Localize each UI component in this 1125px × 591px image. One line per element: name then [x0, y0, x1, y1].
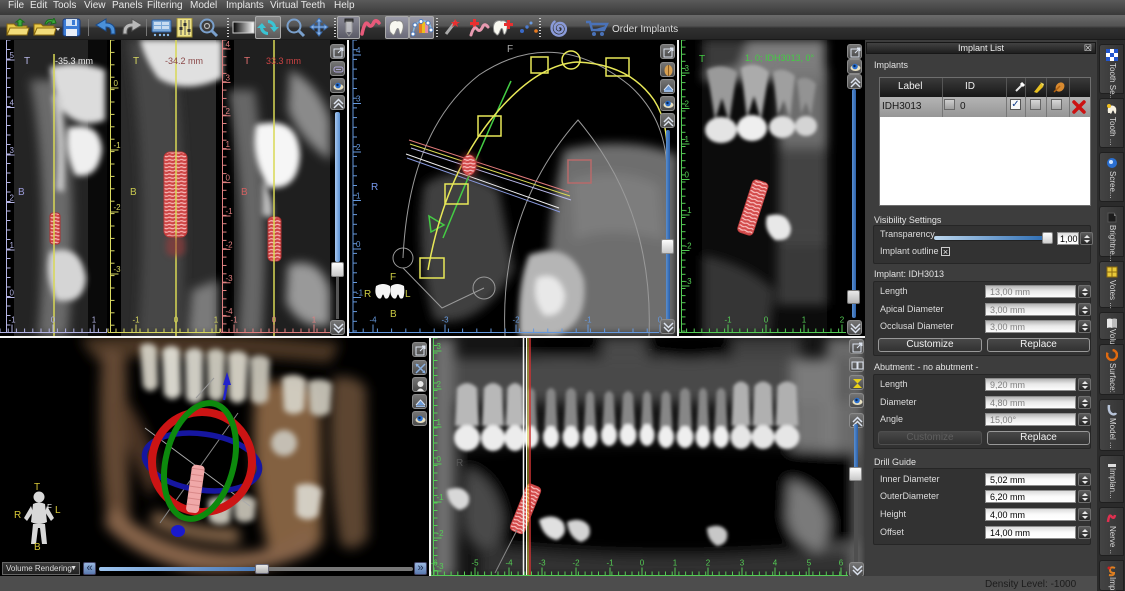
svg-text:1: 1: [673, 559, 678, 568]
svg-text:1, 0; IDH3013, 0°: 1, 0; IDH3013, 0°: [745, 53, 815, 63]
svg-text:-1: -1: [724, 316, 732, 325]
svg-text:1: 1: [214, 316, 219, 325]
svg-text:-3: -3: [114, 265, 122, 274]
svg-text:-1: -1: [356, 289, 364, 298]
svg-text:1: 1: [685, 135, 690, 144]
svg-text:3: 3: [226, 73, 231, 82]
svg-text:2: 2: [685, 100, 690, 109]
svg-text:4: 4: [356, 46, 361, 55]
svg-text:-5: -5: [471, 559, 479, 568]
svg-text:1: 1: [437, 418, 442, 427]
svg-text:-6: -6: [431, 559, 438, 568]
svg-text:R: R: [364, 289, 371, 300]
svg-text:-2: -2: [114, 203, 122, 212]
svg-text:-2: -2: [685, 242, 693, 251]
svg-text:6: 6: [839, 559, 844, 568]
svg-text:2: 2: [706, 559, 711, 568]
svg-text:2: 2: [10, 194, 15, 203]
svg-text:B: B: [241, 187, 248, 198]
svg-text:R: R: [456, 458, 463, 469]
svg-text:-4: -4: [369, 316, 377, 325]
svg-text:-1: -1: [685, 206, 693, 215]
svg-text:-1: -1: [437, 493, 445, 502]
svg-text:T: T: [244, 56, 250, 67]
svg-text:-1: -1: [230, 316, 238, 325]
svg-text:4: 4: [226, 40, 231, 49]
svg-text:F: F: [507, 44, 513, 55]
svg-text:1: 1: [226, 140, 231, 149]
svg-text:-1: -1: [114, 141, 122, 150]
svg-text:T: T: [646, 348, 652, 359]
svg-text:3: 3: [685, 64, 690, 73]
svg-text:-1: -1: [606, 559, 614, 568]
svg-text:1: 1: [10, 241, 15, 250]
svg-text:B: B: [130, 187, 137, 198]
svg-text:T: T: [133, 56, 139, 67]
svg-text:0: 0: [272, 316, 277, 325]
svg-text:B: B: [18, 187, 25, 198]
svg-text:T: T: [34, 482, 40, 493]
svg-text:2: 2: [226, 107, 231, 116]
svg-text:B: B: [34, 542, 41, 553]
svg-text:F: F: [47, 503, 52, 512]
svg-text:-3: -3: [538, 559, 546, 568]
svg-text:0: 0: [114, 79, 119, 88]
svg-text:B: B: [390, 309, 397, 320]
svg-text:4: 4: [10, 99, 15, 108]
svg-text:0: 0: [174, 316, 179, 325]
svg-text:R: R: [371, 182, 378, 193]
svg-text:0: 0: [685, 171, 690, 180]
svg-text:-1: -1: [584, 316, 592, 325]
svg-text:-2: -2: [226, 240, 234, 249]
svg-text:0: 0: [10, 289, 15, 298]
svg-text:-3: -3: [437, 562, 445, 571]
svg-text:4: 4: [773, 559, 778, 568]
svg-text:1: 1: [312, 316, 317, 325]
svg-text:2: 2: [356, 143, 361, 152]
svg-text:L: L: [405, 289, 411, 300]
svg-text:0: 0: [356, 240, 361, 249]
svg-text:-3: -3: [685, 277, 693, 286]
svg-text:-4: -4: [505, 559, 513, 568]
svg-text:3: 3: [10, 146, 15, 155]
svg-text:2: 2: [840, 316, 845, 325]
svg-text:1: 1: [802, 316, 807, 325]
svg-text:33.3 mm: 33.3 mm: [266, 56, 301, 66]
svg-text:5: 5: [10, 51, 15, 60]
svg-text:T: T: [24, 56, 30, 67]
svg-text:3: 3: [356, 95, 361, 104]
svg-text:3: 3: [740, 559, 745, 568]
svg-text:-3: -3: [226, 274, 234, 283]
svg-text:0: 0: [764, 316, 769, 325]
svg-text:R: R: [14, 510, 21, 521]
svg-text:F: F: [390, 272, 396, 283]
svg-text:1: 1: [92, 316, 97, 325]
svg-text:5: 5: [807, 559, 812, 568]
svg-text:-1: -1: [226, 207, 234, 216]
svg-text:T: T: [699, 54, 705, 65]
svg-text:0: 0: [51, 316, 56, 325]
svg-text:-3: -3: [441, 316, 449, 325]
svg-text:-34.2 mm: -34.2 mm: [165, 56, 203, 66]
svg-text:3: 3: [437, 342, 442, 351]
svg-text:-35.3 mm: -35.3 mm: [55, 56, 93, 66]
svg-text:-2: -2: [437, 529, 445, 538]
svg-text:2: 2: [437, 380, 442, 389]
svg-text:-2: -2: [512, 316, 520, 325]
svg-text:0: 0: [226, 174, 231, 183]
svg-text:-2: -2: [572, 559, 580, 568]
svg-text:0: 0: [640, 559, 645, 568]
svg-text:-1: -1: [8, 316, 16, 325]
svg-text:1: 1: [356, 192, 361, 201]
svg-text:0: 0: [437, 455, 442, 464]
svg-text:-1: -1: [132, 316, 140, 325]
svg-text:L: L: [55, 505, 61, 516]
